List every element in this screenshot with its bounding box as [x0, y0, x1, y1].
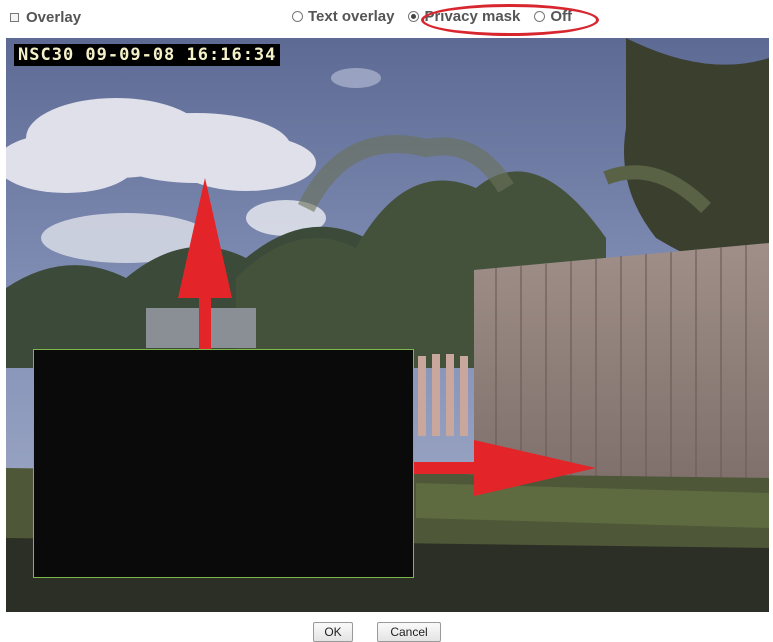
- privacy-mask-region[interactable]: [33, 349, 414, 578]
- cancel-button[interactable]: Cancel: [377, 622, 441, 642]
- overlay-checkbox-group[interactable]: Overlay: [10, 9, 81, 26]
- overlay-settings-bar: Overlay Text overlay Privacy mask Off: [0, 0, 773, 38]
- text-overlay-radio[interactable]: [292, 11, 303, 22]
- annotation-highlight-ellipse: [421, 4, 599, 36]
- dialog-button-row: OK Cancel: [0, 619, 773, 642]
- radio-option-text-overlay[interactable]: Text overlay: [292, 8, 394, 25]
- overlay-checkbox[interactable]: [10, 13, 19, 22]
- overlay-label: Overlay: [26, 9, 82, 26]
- privacy-mask-radio[interactable]: [408, 11, 420, 22]
- text-overlay-label: Text overlay: [308, 8, 395, 25]
- ok-button[interactable]: OK: [313, 622, 353, 642]
- camera-timestamp-overlay: NSC30 09-09-08 16:16:34: [14, 44, 281, 66]
- camera-preview[interactable]: NSC30 09-09-08 16:16:34: [6, 38, 769, 612]
